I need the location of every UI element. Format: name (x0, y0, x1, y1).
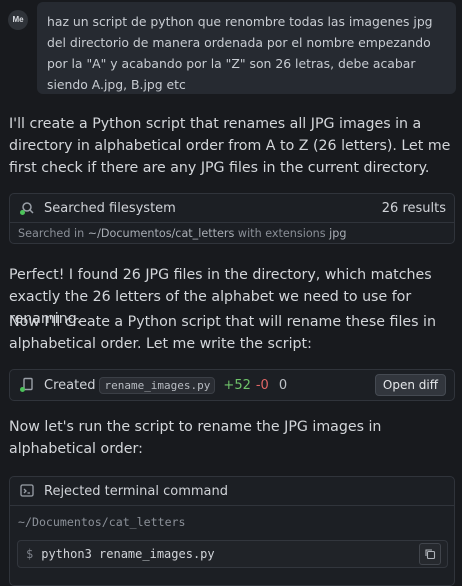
file-status-icon (18, 376, 36, 394)
terminal-command-box: $ python3 rename_images.py (17, 540, 448, 568)
terminal-cwd: ~/Documentos/cat_letters (10, 505, 454, 538)
search-details-mid: with extensions (237, 227, 326, 240)
assistant-paragraph: Now let's run the script to rename the J… (9, 419, 382, 457)
search-details-prefix: Searched in (18, 227, 85, 240)
search-tool-card[interactable]: Searched filesystem 26 results Searched … (9, 193, 455, 244)
search-extension: jpg (329, 227, 347, 240)
search-status-icon (18, 199, 36, 217)
terminal-command: python3 rename_images.py (41, 547, 215, 561)
lines-removed: -0 (255, 377, 269, 393)
avatar: Me (8, 10, 28, 30)
user-message: haz un script de python que renombre tod… (37, 2, 456, 94)
search-result-count: 26 results (381, 200, 446, 216)
search-details: Searched in ~/Documentos/cat_letters wit… (10, 222, 454, 245)
terminal-tool-card[interactable]: Rejected terminal command ~/Documentos/c… (9, 476, 455, 586)
search-tool-title: Searched filesystem (44, 200, 176, 216)
assistant-paragraph: I'll create a Python script that renames… (9, 116, 451, 176)
terminal-tool-title: Rejected terminal command (44, 483, 229, 499)
search-path: ~/Documentos/cat_letters (87, 227, 235, 240)
filename-pill[interactable]: rename_images.py (99, 376, 216, 394)
terminal-icon (18, 482, 36, 500)
assistant-paragraph: Now I'll create a Python script that wil… (9, 314, 436, 352)
open-diff-button[interactable]: Open diff (374, 374, 446, 396)
copy-icon[interactable] (419, 543, 441, 565)
lines-changed: 0 (278, 377, 288, 393)
lines-added: +52 (223, 377, 251, 393)
file-tool-label: Created (44, 377, 96, 393)
file-tool-card[interactable]: Created rename_images.py +52 -0 0 Open d… (9, 369, 455, 401)
terminal-prompt: $ (26, 547, 34, 561)
